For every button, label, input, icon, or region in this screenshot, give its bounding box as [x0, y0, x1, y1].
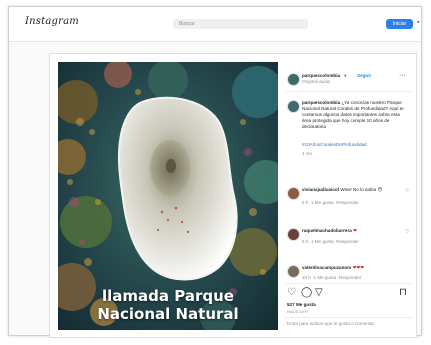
login-divider	[285, 317, 412, 318]
login-prompt[interactable]: Entra para indicar que te gusta o coment…	[287, 321, 375, 327]
caption-avatar[interactable]	[287, 100, 300, 113]
comment-item: valentinacampuzanom ❤❤❤	[302, 265, 364, 271]
comment-avatar[interactable]	[287, 265, 300, 278]
author-avatar[interactable]	[287, 73, 300, 86]
reply-link[interactable]: Responder	[339, 275, 361, 280]
follow-button[interactable]: Seguir	[357, 73, 371, 79]
comment-icon[interactable]: ◯	[301, 288, 312, 298]
header-divider	[285, 91, 412, 92]
top-navigation: Instagram Buscar Iniciar ▪	[9, 7, 421, 42]
like-comment-heart-icon[interactable]: ♡	[405, 229, 409, 235]
post-sidebar: parquescolombia ● Seguir Original audio …	[285, 62, 412, 330]
comment-item: vivianajudiuaicol Wow! No lo sabía 😯	[302, 187, 382, 193]
audio-label[interactable]: Original audio	[302, 79, 330, 85]
comment-meta: 10 h 1 Me gusta Responder	[302, 275, 361, 281]
comment-meta: 8 h 1 Me gusta Responder	[302, 200, 359, 206]
post-card: llamada Parque Nacional Natural parquesc…	[49, 53, 417, 338]
caption-hashtag[interactable]: #10AñosCoralesDeProfundidad	[302, 142, 367, 148]
comment-time: 6 h	[302, 239, 309, 244]
actions-divider	[285, 283, 412, 284]
like-comment-heart-icon[interactable]: ♡	[405, 188, 409, 194]
comment-likes[interactable]: 1 Me gusta	[314, 275, 337, 280]
comment-text: Wow! No lo sabía	[340, 187, 377, 192]
overlay-line-2: Nacional Natural	[97, 305, 239, 323]
comment-time: 8 h	[302, 200, 309, 205]
comment-username[interactable]: raquelmachadobarrera	[302, 228, 352, 233]
verified-icon: ●	[344, 73, 347, 78]
search-input[interactable]: Buscar	[173, 19, 308, 29]
comment-avatar[interactable]	[287, 187, 300, 200]
bookmark-icon[interactable]: ⊓	[399, 288, 407, 298]
instagram-logo[interactable]: Instagram	[25, 16, 79, 27]
comment-emoji: 😯	[377, 187, 383, 192]
comment-username[interactable]: vivianajudiuaicol	[302, 187, 339, 192]
caption-text: parquescolombia ¿Ya conocías nuestro Par…	[302, 100, 410, 130]
comment-time: 10 h	[302, 275, 311, 280]
overlay-line-1: llamada Parque	[102, 287, 234, 305]
browser-frame: Instagram Buscar Iniciar ▪ llamada Parqu…	[8, 6, 422, 338]
comment-emoji: ❤❤❤	[352, 265, 365, 270]
comment-meta: 6 h 1 Me gusta Responder	[302, 239, 359, 245]
comment-item: raquelmachadobarrera ❤	[302, 228, 357, 234]
video-overlay-text: llamada Parque Nacional Natural	[58, 287, 278, 323]
likes-count[interactable]: 527 Me gusta	[287, 302, 316, 308]
login-button[interactable]: Iniciar	[386, 19, 413, 29]
comment-emoji: ❤	[353, 228, 357, 233]
share-icon[interactable]: ▽	[315, 288, 323, 298]
post-date: HACE 14 H	[287, 309, 308, 314]
more-icon[interactable]: ···	[399, 72, 406, 79]
reply-link[interactable]: Responder	[336, 239, 358, 244]
comment-username[interactable]: valentinacampuzanom	[302, 265, 351, 270]
caption-time: 1 sm	[302, 151, 312, 156]
comment-avatar[interactable]	[287, 228, 300, 241]
heart-icon[interactable]: ♡	[287, 288, 296, 298]
reply-link[interactable]: Responder	[336, 200, 358, 205]
caption-username[interactable]: parquescolombia	[302, 100, 340, 105]
comment-likes[interactable]: 1 Me gusta	[311, 200, 334, 205]
comment-likes[interactable]: 1 Me gusta	[311, 239, 334, 244]
menu-icon[interactable]: ▪	[417, 19, 419, 26]
post-video[interactable]: llamada Parque Nacional Natural	[58, 62, 278, 330]
